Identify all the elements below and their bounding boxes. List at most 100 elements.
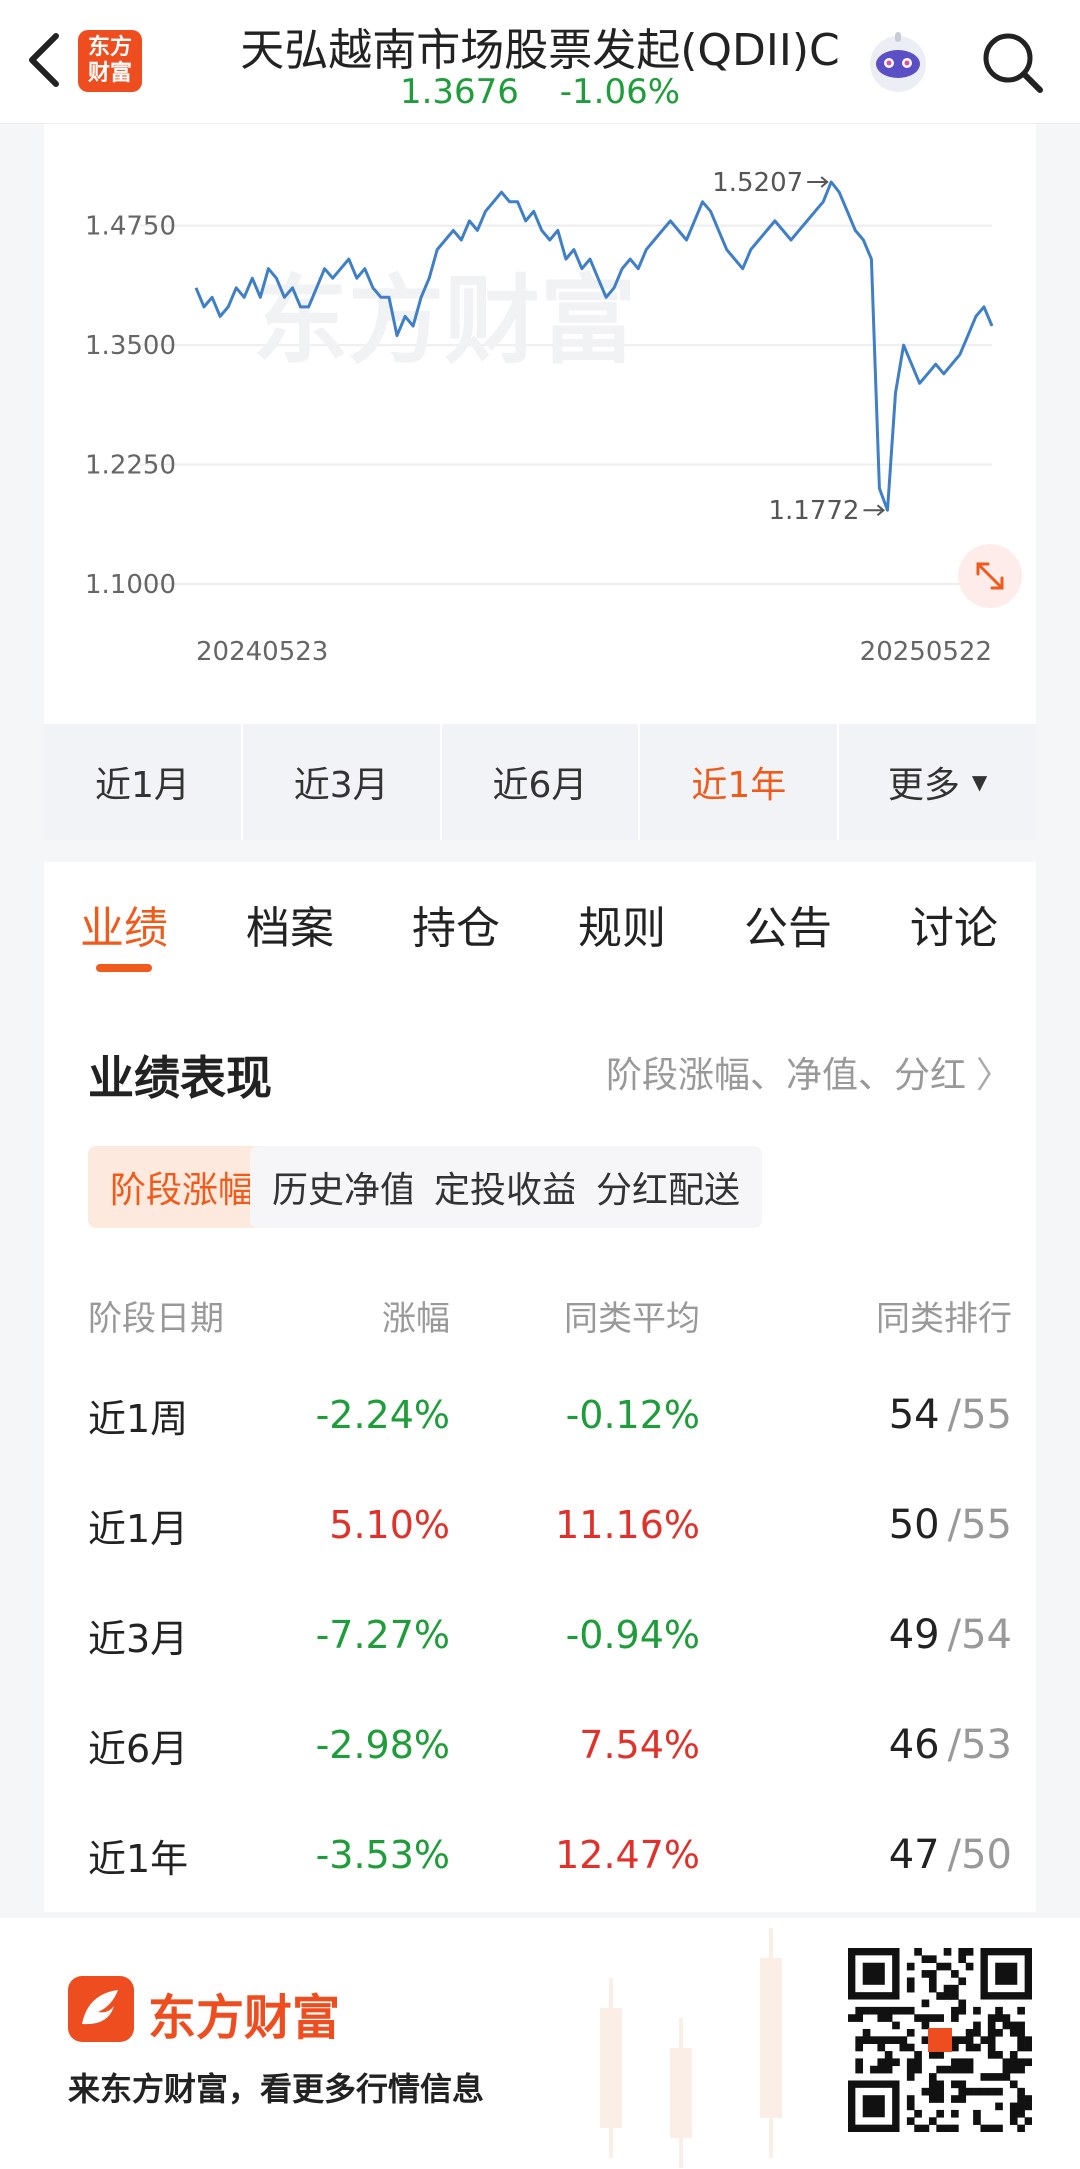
qr-module — [958, 1977, 967, 1986]
row-category-avg: 11.16% — [555, 1503, 700, 1547]
qr-module — [943, 1992, 952, 2000]
qr-module — [995, 2028, 1003, 2037]
subtab-history-nav[interactable]: 历史净值 — [250, 1146, 439, 1228]
qr-module — [906, 2095, 915, 2103]
qr-module — [943, 2124, 952, 2132]
row-period: 近3月 — [88, 1616, 189, 1661]
period-label: 更多 — [887, 765, 960, 806]
period-1m[interactable]: 近1月 — [44, 724, 243, 840]
qr-module — [1009, 2021, 1018, 2030]
qr-module — [1009, 2109, 1018, 2118]
tab-discussion[interactable]: 讨论 — [884, 892, 1024, 956]
period-label: 近1年 — [691, 765, 787, 806]
qr-module — [958, 1948, 967, 1956]
qr-module — [906, 2058, 915, 2067]
qr-module — [855, 2006, 864, 2015]
qr-module — [1002, 2065, 1011, 2074]
qr-module — [980, 2036, 989, 2044]
qr-code[interactable] — [848, 1948, 1032, 2132]
qr-module — [987, 2021, 996, 2030]
qr-module — [870, 2036, 878, 2044]
qr-module — [1009, 2065, 1018, 2074]
qr-module — [987, 2087, 996, 2096]
x-start-date: 20240523 — [196, 637, 328, 667]
promo-footer: 东方财富 来东方财富，看更多行情信息 — [0, 1918, 1080, 2169]
period-more-dropdown[interactable]: 更多 ▼ — [839, 724, 1036, 840]
qr-module — [936, 1962, 944, 1971]
qr-module — [906, 1962, 915, 1971]
qr-module — [1017, 2095, 1025, 2103]
qr-module — [987, 2124, 996, 2132]
qr-module — [1017, 2021, 1025, 2030]
qr-module — [928, 1970, 937, 1978]
qr-module — [980, 2073, 989, 2081]
qr-module — [936, 1992, 944, 2000]
qr-module — [928, 2080, 937, 2089]
qr-module — [936, 2095, 944, 2103]
qr-module — [995, 2051, 1003, 2059]
col-change: 涨幅 — [382, 1298, 450, 1339]
performance-more-link[interactable]: 阶段涨幅、净值、分红〉 — [606, 1046, 1012, 1098]
table-row: 近6月 -2.98% 7.54% 46/53 — [88, 1690, 1036, 1800]
qr-module — [995, 2102, 1003, 2111]
qr-module — [855, 2065, 864, 2074]
period-1y[interactable]: 近1年 — [640, 724, 840, 840]
qr-module — [936, 2080, 944, 2089]
table-row: 近1月 5.10% 11.16% 50/55 — [88, 1470, 1036, 1580]
fund-title: 天弘越南市场股票发起(QDII)C — [240, 25, 840, 76]
qr-module — [951, 2036, 959, 2044]
rank-total: /50 — [947, 1832, 1012, 1878]
qr-module — [884, 2051, 893, 2059]
subtab-dividends[interactable]: 分红配送 — [574, 1146, 763, 1228]
row-change: -2.98% — [315, 1723, 450, 1767]
qr-module — [906, 2102, 915, 2111]
qr-module — [914, 1948, 922, 1956]
qr-module — [906, 2117, 915, 2125]
fullscreen-button[interactable] — [958, 544, 1022, 608]
row-category-avg: 7.54% — [579, 1723, 700, 1767]
qr-module — [951, 2109, 959, 2118]
qr-module — [995, 2124, 1003, 2132]
back-button[interactable] — [20, 28, 68, 92]
qr-module — [906, 2006, 915, 2015]
tab-holdings[interactable]: 持仓 — [386, 892, 526, 956]
qr-module — [884, 2006, 893, 2015]
subtab-sip-return[interactable]: 定投收益 — [412, 1146, 601, 1228]
qr-module — [951, 2080, 959, 2089]
qr-module — [965, 2058, 974, 2067]
qr-module — [1017, 2087, 1025, 2096]
period-6m[interactable]: 近6月 — [442, 724, 641, 840]
qr-module — [1009, 2028, 1018, 2037]
qr-module — [973, 2087, 981, 2096]
rank-total: /53 — [947, 1722, 1012, 1768]
qr-module — [914, 2109, 922, 2118]
row-period: 近1周 — [88, 1396, 189, 1441]
qr-module — [987, 2028, 996, 2037]
qr-module — [965, 2028, 974, 2037]
row-period: 近6月 — [88, 1726, 189, 1771]
qr-module — [1017, 2058, 1025, 2067]
tab-profile[interactable]: 档案 — [220, 892, 360, 956]
search-button[interactable] — [978, 28, 1048, 98]
qr-module — [1024, 2043, 1032, 2052]
qr-module — [958, 2006, 967, 2015]
nav-line-chart[interactable]: 东方财富 1.4750 1.3500 1.2250 1.1000 1.5207 1.17… — [44, 124, 1036, 724]
tab-rules[interactable]: 规则 — [552, 892, 692, 956]
qr-module — [1024, 2058, 1032, 2067]
qr-module — [1009, 2102, 1018, 2111]
ai-assistant-button[interactable] — [858, 28, 938, 98]
period-3m[interactable]: 近3月 — [243, 724, 442, 840]
tab-performance[interactable]: 业绩 — [54, 892, 194, 956]
subtab-stage-return[interactable]: 阶段涨幅 — [88, 1146, 277, 1228]
qr-module — [1009, 2117, 1018, 2125]
qr-module — [995, 2073, 1003, 2081]
col-period: 阶段日期 — [88, 1298, 224, 1339]
qr-module — [928, 2014, 937, 2022]
logo-text-line1: 东方 — [87, 35, 132, 60]
tab-announcements[interactable]: 公告 — [718, 892, 858, 956]
row-rank: 47/50 — [700, 1800, 1012, 1910]
qr-module — [973, 2006, 981, 2015]
table-header: 阶段日期 涨幅 同类平均 同类排行 — [88, 1280, 1036, 1350]
qr-module — [884, 2036, 893, 2044]
rank-total: /55 — [947, 1502, 1012, 1548]
